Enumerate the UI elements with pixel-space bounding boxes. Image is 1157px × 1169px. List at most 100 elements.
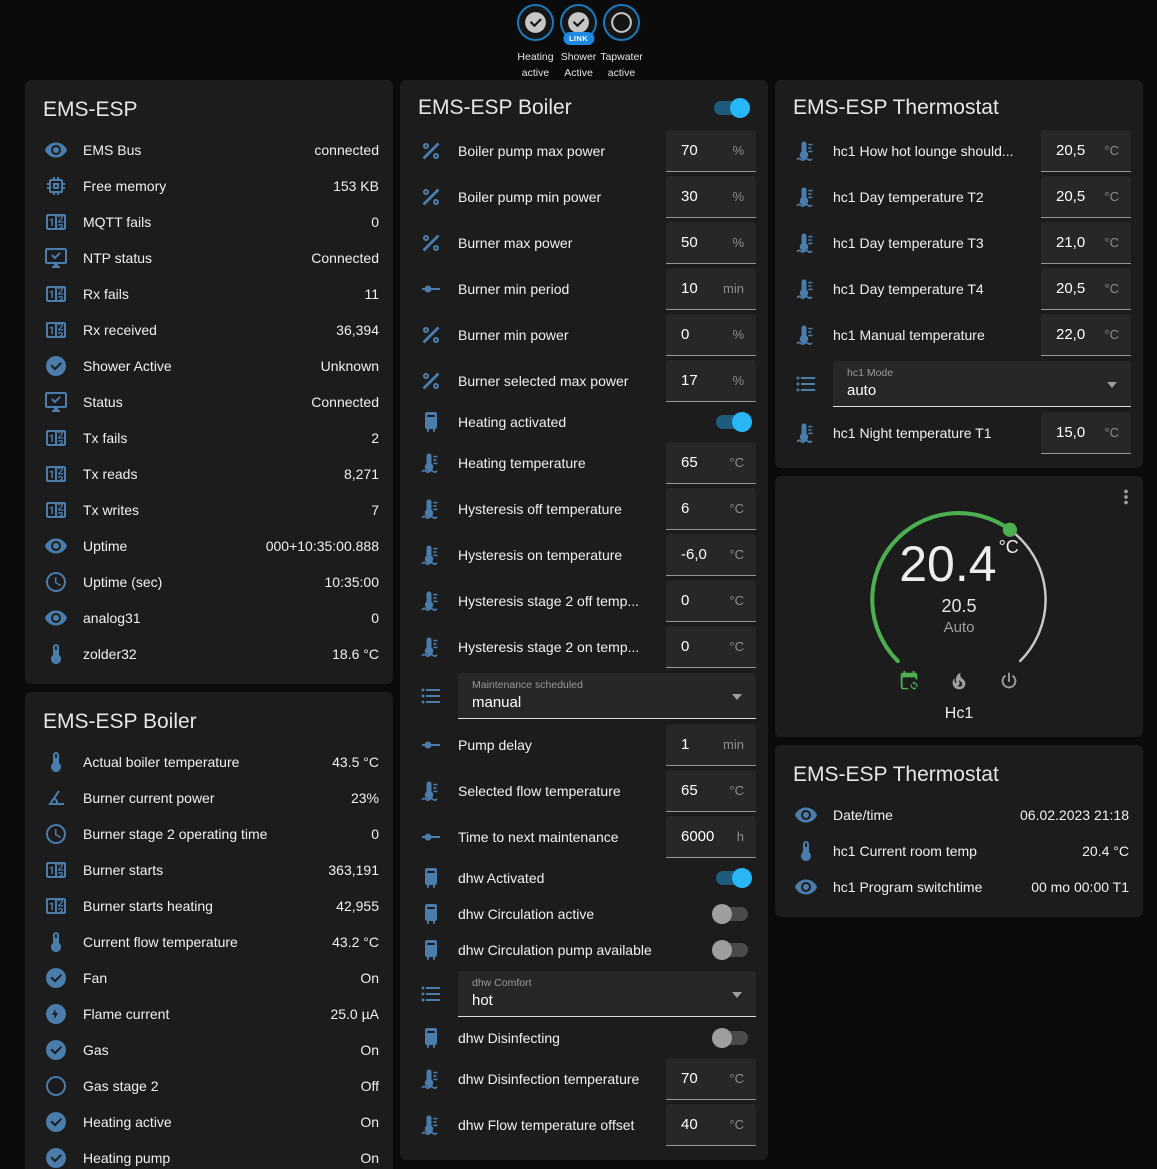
mode-button-power[interactable] (998, 670, 1020, 697)
number-input-hc1-manual-temperature[interactable]: 22,0°C (1041, 314, 1131, 356)
sensor-row-burner-stage-2-operating-time[interactable]: Burner stage 2 operating time0 (41, 816, 381, 852)
sensor-row-tx-fails[interactable]: Tx fails2 (41, 420, 381, 456)
badge-circle (603, 4, 640, 41)
number-input-hysteresis-stage-2-on-temp[interactable]: 0°C (666, 626, 756, 668)
sensor-row-uptime[interactable]: Uptime000+10:35:00.888 (41, 528, 381, 564)
sensor-row-tx-reads[interactable]: Tx reads8,271 (41, 456, 381, 492)
sensor-row-fan[interactable]: FanOn (41, 960, 381, 996)
row-label: hc1 Night temperature T1 (833, 425, 1041, 441)
thermostat-dial-svg[interactable] (857, 498, 1061, 666)
badge-heating-active[interactable]: Heating active (514, 4, 557, 82)
header-badges: Heating activeLINKShower ActiveTapwater … (0, 0, 1157, 78)
sensor-row-flame-current[interactable]: Flame current25.0 µA (41, 996, 381, 1032)
number-input-hc1-night-temperature-t1[interactable]: 15,0°C (1041, 412, 1131, 454)
row-label: hc1 Current room temp (833, 843, 1082, 859)
mode-button-fire[interactable] (948, 670, 970, 697)
toggle-switch-dhw-circulation-pump-available[interactable] (712, 940, 752, 960)
sensor-row-tx-writes[interactable]: Tx writes7 (41, 492, 381, 528)
number-value: 21,0 (1056, 234, 1085, 251)
row-label: Current flow temperature (83, 934, 332, 950)
badge-shower-active[interactable]: LINKShower Active (557, 4, 600, 82)
dial-handle[interactable] (1003, 523, 1017, 537)
sensor-row-hc1-program-switchtime[interactable]: hc1 Program switchtime00 mo 00:00 T1 (791, 869, 1131, 905)
dial-active-arc (872, 513, 1010, 661)
number-input-burner-min-period[interactable]: 10min (666, 268, 756, 310)
more-options-button[interactable] (1115, 486, 1137, 513)
row-value: 7 (371, 502, 381, 518)
number-input-hc1-how-hot-lounge-should[interactable]: 20,5°C (1041, 130, 1131, 172)
number-input-burner-min-power[interactable]: 0% (666, 314, 756, 356)
clock-icon (44, 570, 68, 594)
row-value: On (360, 1114, 381, 1130)
number-input-hc1-day-temperature-t2[interactable]: 20,5°C (1041, 176, 1131, 218)
sensor-row-gas-stage-2[interactable]: Gas stage 2Off (41, 1068, 381, 1104)
select-input-hc1-mode[interactable]: hc1 Modeauto (833, 361, 1131, 407)
number-input-time-to-next-maintenance[interactable]: 6000h (666, 816, 756, 858)
sensor-row-analog31[interactable]: analog310 (41, 600, 381, 636)
sensor-row-date-time[interactable]: Date/time06.02.2023 21:18 (791, 797, 1131, 833)
select-input-dhw-comfort[interactable]: dhw Comforthot (458, 971, 756, 1017)
switch-thumb (712, 904, 732, 924)
check-circle-icon (44, 1110, 68, 1134)
select-input-maintenance-scheduled[interactable]: Maintenance scheduledmanual (458, 673, 756, 719)
sensor-row-current-flow-temperature[interactable]: Current flow temperature43.2 °C (41, 924, 381, 960)
sensor-row-status[interactable]: StatusConnected (41, 384, 381, 420)
number-input-burner-selected-max-power[interactable]: 17% (666, 360, 756, 402)
mode-buttons (787, 670, 1131, 697)
eye-icon (794, 875, 818, 899)
row-label: Heating temperature (458, 455, 666, 471)
row-value: On (360, 970, 381, 986)
switch-thumb (730, 98, 750, 118)
number-input-boiler-pump-min-power[interactable]: 30% (666, 176, 756, 218)
sensor-row-hc1-current-room-temp[interactable]: hc1 Current room temp20.4 °C (791, 833, 1131, 869)
sensor-row-mqtt-fails[interactable]: MQTT fails0 (41, 204, 381, 240)
sensor-row-gas[interactable]: GasOn (41, 1032, 381, 1068)
number-input-hc1-day-temperature-t4[interactable]: 20,5°C (1041, 268, 1131, 310)
badge-tapwater-active[interactable]: Tapwater active (600, 4, 643, 82)
sensor-row-rx-received[interactable]: Rx received36,394 (41, 312, 381, 348)
sensor-row-ems-bus[interactable]: EMS Busconnected (41, 132, 381, 168)
number-input-heating-temperature[interactable]: 65°C (666, 442, 756, 484)
number-row-hysteresis-stage-2-on-temp: Hysteresis stage 2 on temp...0°C (416, 624, 756, 670)
sensor-row-zolder32[interactable]: zolder3218.6 °C (41, 636, 381, 672)
row-value: 23% (351, 790, 381, 806)
row-value: 0 (371, 826, 381, 842)
number-input-selected-flow-temperature[interactable]: 65°C (666, 770, 756, 812)
sensor-row-burner-starts[interactable]: Burner starts363,191 (41, 852, 381, 888)
sensor-row-shower-active[interactable]: Shower ActiveUnknown (41, 348, 381, 384)
sensor-row-heating-active[interactable]: Heating activeOn (41, 1104, 381, 1140)
sensor-row-ntp-status[interactable]: NTP statusConnected (41, 240, 381, 276)
row-value: 06.02.2023 21:18 (1020, 807, 1131, 823)
toggle-switch-dhw-circulation-active[interactable] (712, 904, 752, 924)
row-label: Flame current (83, 1006, 330, 1022)
boiler-icon (419, 902, 443, 926)
coolant-icon (419, 589, 443, 613)
toggle-switch-dhw-activated[interactable] (712, 868, 752, 888)
row-label: Tx fails (83, 430, 371, 446)
number-input-dhw-disinfection-temperature[interactable]: 70°C (666, 1058, 756, 1100)
toggle-row-dhw-circulation-active: dhw Circulation active (416, 896, 756, 932)
number-row-hc1-manual-temperature: hc1 Manual temperature22,0°C (791, 312, 1131, 358)
number-input-hysteresis-stage-2-off-temp[interactable]: 0°C (666, 580, 756, 622)
number-input-burner-max-power[interactable]: 50% (666, 222, 756, 264)
number-input-pump-delay[interactable]: 1min (666, 724, 756, 766)
toggle-switch-heating-activated[interactable] (712, 412, 752, 432)
sensor-row-uptime-sec[interactable]: Uptime (sec)10:35:00 (41, 564, 381, 600)
sensor-row-burner-current-power[interactable]: Burner current power23% (41, 780, 381, 816)
sensor-row-free-memory[interactable]: Free memory153 KB (41, 168, 381, 204)
number-input-boiler-pump-max-power[interactable]: 70% (666, 130, 756, 172)
number-input-hysteresis-on-temperature[interactable]: -6,0°C (666, 534, 756, 576)
toggle-switch-dhw-disinfecting[interactable] (712, 1028, 752, 1048)
sensor-row-burner-starts-heating[interactable]: Burner starts heating42,955 (41, 888, 381, 924)
number-input-hc1-day-temperature-t3[interactable]: 21,0°C (1041, 222, 1131, 264)
number-input-dhw-flow-temperature-offset[interactable]: 40°C (666, 1104, 756, 1146)
number-input-hysteresis-off-temperature[interactable]: 6°C (666, 488, 756, 530)
row-value: 0 (371, 610, 381, 626)
sensor-row-heating-pump[interactable]: Heating pumpOn (41, 1140, 381, 1169)
mode-button-calendar-sync[interactable] (898, 670, 920, 697)
row-label: Burner selected max power (458, 373, 666, 389)
sensor-row-rx-fails[interactable]: Rx fails11 (41, 276, 381, 312)
number-row-burner-selected-max-power: Burner selected max power17% (416, 358, 756, 404)
sensor-row-actual-boiler-temperature[interactable]: Actual boiler temperature43.5 °C (41, 744, 381, 780)
card-header-toggle[interactable] (710, 98, 750, 118)
